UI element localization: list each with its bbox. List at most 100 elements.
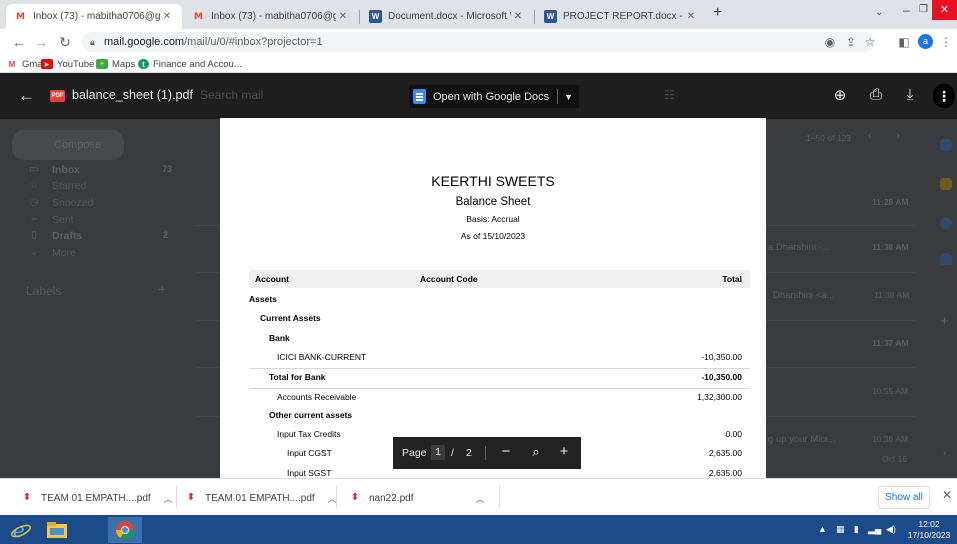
- contacts-icon[interactable]: [940, 253, 952, 265]
- show-all-button[interactable]: Show all: [878, 486, 930, 509]
- sidebar-item-inbox[interactable]: ▭ Inbox 73: [0, 164, 180, 178]
- zoom-out-icon[interactable]: −: [497, 443, 515, 460]
- dropdown-caret-icon[interactable]: ▼: [564, 92, 573, 102]
- lock-icon: 🔒︎: [90, 37, 95, 47]
- mail-time: 11:37 AM: [872, 338, 909, 348]
- add-to-drive-icon[interactable]: ⊕: [830, 86, 850, 104]
- bookmark-youtube[interactable]: ▶ YouTube: [41, 57, 94, 71]
- report-title: Balance Sheet: [455, 196, 531, 208]
- show-hidden-icons-icon[interactable]: ▲: [818, 524, 827, 534]
- internet-explorer-icon[interactable]: e: [6, 518, 36, 542]
- divider: [557, 89, 559, 104]
- close-icon[interactable]: ✕: [160, 11, 174, 22]
- finance-icon: t: [138, 59, 149, 69]
- pdf-filename: balance_sheet (1).pdf: [72, 88, 193, 102]
- eye-icon[interactable]: ◉: [822, 34, 838, 50]
- bookmark-maps[interactable]: ⌖ Maps: [96, 57, 135, 71]
- search-input[interactable]: Search mail: [200, 88, 263, 102]
- tab-divider: [359, 10, 360, 24]
- chrome-icon[interactable]: [108, 517, 142, 543]
- page-control: Page 1 / 2 − ⌕ +: [393, 437, 581, 469]
- row-total: 2,635.00: [708, 448, 742, 459]
- tab-document[interactable]: W Document.docx - Microsoft Word ✕: [361, 4, 533, 29]
- bookmark-star-icon[interactable]: ☆: [862, 34, 878, 50]
- tab-inbox[interactable]: M Inbox (73) - mabitha0706@gmai ✕: [184, 4, 358, 29]
- inbox-icon: ▭: [29, 164, 39, 175]
- download-item[interactable]: ⬍ nan22.pdf ︿: [350, 490, 485, 506]
- avatar[interactable]: a: [918, 34, 933, 49]
- add-label-icon[interactable]: +: [158, 281, 166, 297]
- divider: [336, 485, 337, 509]
- row-account: Input SGST: [287, 467, 332, 478]
- reload-icon[interactable]: ↻: [56, 33, 74, 51]
- sidebar-item-starred[interactable]: ☆ Starred: [0, 180, 180, 194]
- volume-icon[interactable]: ◀): [886, 524, 896, 535]
- forward-icon[interactable]: →: [32, 33, 50, 51]
- next-page-icon[interactable]: ›: [896, 130, 900, 142]
- keep-icon[interactable]: [940, 178, 952, 190]
- zoom-reset-icon[interactable]: ⌕: [527, 444, 545, 460]
- mail-time: 10:55 AM: [872, 386, 908, 396]
- minimize-icon[interactable]: –: [903, 3, 910, 17]
- sidebar-item-sent[interactable]: ➢ Sent: [0, 214, 180, 228]
- more-options-icon[interactable]: ⋮: [933, 84, 955, 108]
- calendar-icon[interactable]: [940, 139, 952, 151]
- filter-icon: ☷: [664, 88, 675, 102]
- compose-button[interactable]: ✎ Compose: [12, 130, 124, 160]
- share-icon[interactable]: ⇪: [843, 34, 859, 50]
- maximize-icon[interactable]: ❐: [919, 4, 928, 15]
- sidepanel-icon[interactable]: ◧: [896, 34, 912, 50]
- window-close-icon[interactable]: ✕: [932, 0, 957, 20]
- sidebar-item-more[interactable]: ⌄ More: [0, 247, 180, 261]
- chevron-up-icon[interactable]: ︿: [476, 492, 485, 505]
- back-icon[interactable]: ←: [10, 33, 28, 51]
- download-filename: TEAM 01 EMPATH....pdf: [205, 492, 315, 504]
- bookmark-finance[interactable]: t Finance and Accou...: [138, 57, 242, 71]
- word-icon: W: [544, 10, 557, 23]
- system-clock[interactable]: 12:02 17/10/2023: [905, 519, 953, 541]
- row-account: Bank: [269, 332, 290, 343]
- sidebar-item-snoozed[interactable]: ◷ Snoozed: [0, 197, 180, 211]
- battery-icon[interactable]: ▮: [854, 524, 859, 535]
- network-status-icon[interactable]: ▦: [836, 524, 845, 535]
- chevron-down-icon[interactable]: ⌄: [875, 7, 883, 18]
- back-arrow-icon[interactable]: ←: [18, 86, 35, 106]
- mail-time: 10:36 AM: [872, 434, 908, 444]
- close-icon[interactable]: ✕: [511, 11, 525, 22]
- address-path: /mail/u/0/#inbox?projector=1: [184, 36, 323, 48]
- kebab-menu-icon[interactable]: ⋮: [938, 34, 954, 50]
- close-icon[interactable]: ✕: [336, 11, 350, 22]
- draft-icon: ▯: [31, 230, 37, 241]
- expand-panel-icon[interactable]: ›: [943, 448, 946, 459]
- signal-icon[interactable]: ▂▄: [868, 524, 881, 535]
- address-bar[interactable]: 🔒︎ mail.google.com/mail/u/0/#inbox?proje…: [82, 32, 875, 52]
- new-tab-icon[interactable]: +: [713, 4, 722, 22]
- sidebar-item-label: More: [52, 247, 76, 259]
- tasks-icon[interactable]: [940, 217, 952, 229]
- sidebar-item-drafts[interactable]: ▯ Drafts 2: [0, 230, 180, 244]
- file-explorer-icon[interactable]: [42, 518, 72, 542]
- print-icon[interactable]: ⎙: [866, 86, 886, 103]
- open-with-docs-button[interactable]: Open with Google Docs ▼: [409, 85, 580, 108]
- page-total: 2: [466, 447, 472, 459]
- clock-icon: ◷: [29, 197, 39, 208]
- word-icon: W: [369, 10, 382, 23]
- google-docs-icon: [413, 89, 426, 104]
- close-icon[interactable]: ✕: [942, 488, 952, 502]
- download-item[interactable]: ⬍ TEAM 01 EMPATH....pdf ︿: [186, 490, 337, 506]
- page-number-input[interactable]: 1: [431, 445, 445, 460]
- prev-page-icon[interactable]: ‹: [868, 130, 872, 142]
- chevron-up-icon[interactable]: ︿: [164, 492, 173, 505]
- close-icon[interactable]: ✕: [684, 11, 698, 22]
- add-addon-icon[interactable]: +: [940, 313, 949, 330]
- mail-snippet: Dharshini <a...: [773, 290, 835, 301]
- tab-project-report[interactable]: W PROJECT REPORT.docx - Microso ✕: [536, 4, 706, 29]
- row-total: 2,635.00: [708, 467, 742, 478]
- windows-taskbar: e ▲ ▦ ▮ ▂▄ ◀) 12:02 17/10/2023: [0, 515, 957, 544]
- download-item[interactable]: ⬍ TEAM 01 EMPATH....pdf ︿: [22, 490, 173, 506]
- download-icon[interactable]: ⤓: [900, 86, 920, 103]
- tab-inbox-active[interactable]: M Inbox (73) - mabitha0706@gmai ✕: [6, 4, 182, 29]
- address-host: mail.google.com: [104, 36, 185, 48]
- zoom-in-icon[interactable]: +: [555, 443, 573, 460]
- row-account: Other current assets: [269, 409, 353, 420]
